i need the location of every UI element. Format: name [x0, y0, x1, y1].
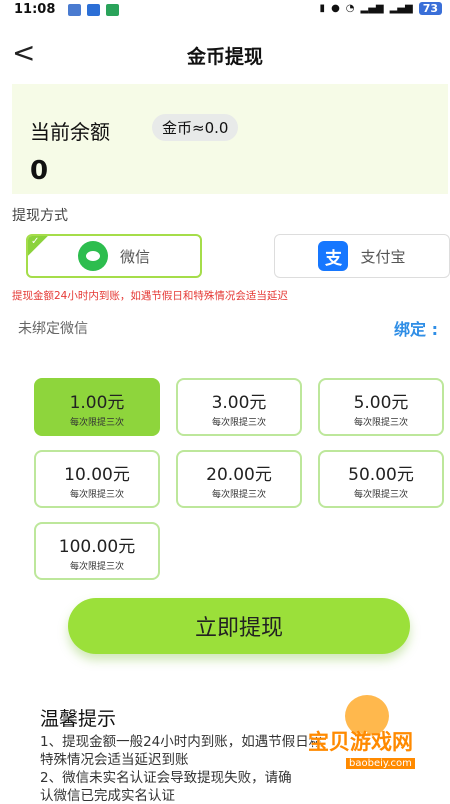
wifi-icon: ◔	[345, 3, 355, 14]
amount-option[interactable]: 50.00元 每次限提三次	[318, 450, 444, 508]
signal-icon-2: ▂▄▆	[389, 3, 413, 14]
amount-note: 每次限提三次	[69, 562, 124, 572]
balance-card: 当前余额 金币≈0.0 0	[12, 84, 448, 194]
message-icon	[68, 4, 81, 16]
amount-note: 每次限提三次	[211, 418, 266, 428]
battery-icon: 73	[418, 2, 442, 15]
amount-value: 5.00元	[353, 393, 409, 413]
nav-bar: < 金币提现	[0, 30, 450, 76]
amount-value: 1.00元	[69, 393, 125, 413]
watermark-logo: 宝贝游戏网 baobeiy.com	[308, 692, 440, 782]
tips-title: 温馨提示	[40, 708, 117, 730]
amount-option[interactable]: 1.00元 每次限提三次	[34, 378, 160, 436]
game-notify-icon	[106, 4, 119, 16]
amount-value: 100.00元	[58, 537, 136, 557]
withdraw-button[interactable]: 立即提现	[68, 598, 410, 654]
alipay-method-button[interactable]: 支 支付宝	[274, 234, 450, 278]
app-notify-icon	[87, 4, 100, 16]
balance-label: 当前余额	[30, 120, 110, 144]
status-bar: 11:08 ▮ ● ◔ ▂▄▆ ▂▄▆ 73	[0, 0, 450, 22]
page-title: 金币提现	[186, 46, 263, 68]
amount-value: 3.00元	[211, 393, 267, 413]
signal-icon: ▂▄▆	[360, 3, 384, 14]
location-icon: ●	[331, 3, 340, 14]
amount-option[interactable]: 3.00元 每次限提三次	[176, 378, 302, 436]
amount-note: 每次限提三次	[211, 490, 266, 500]
amount-option[interactable]: 5.00元 每次限提三次	[318, 378, 444, 436]
watermark-url: baobeiy.com	[346, 758, 415, 769]
method-title: 提现方式	[12, 208, 68, 224]
tips-line: 1、提现金额一般24小时内到账，如遇节假日和	[40, 734, 323, 750]
wechat-label: 微信	[119, 247, 150, 266]
bind-link[interactable]: 绑定 :	[394, 316, 438, 340]
status-right: ▮ ● ◔ ▂▄▆ ▂▄▆ 73	[320, 2, 442, 15]
wechat-method-button[interactable]: ✓ 微信	[26, 234, 202, 278]
arrival-notice: 提现金额24小时内到账，如遇节假日和特殊情况会适当延迟	[12, 290, 288, 302]
amount-note: 每次限提三次	[353, 490, 408, 500]
balance-value: 0	[30, 156, 49, 186]
bind-row: 未绑定微信 绑定 :	[18, 316, 450, 340]
amount-note: 每次限提三次	[69, 490, 124, 500]
amount-note: 每次限提三次	[353, 418, 408, 428]
check-icon: ✓	[31, 236, 40, 247]
amount-option[interactable]: 20.00元 每次限提三次	[176, 450, 302, 508]
alipay-label: 支付宝	[360, 247, 406, 266]
amount-value: 10.00元	[64, 465, 130, 485]
tips-line: 认微信已完成实名认证	[40, 788, 175, 804]
amount-option[interactable]: 10.00元 每次限提三次	[34, 450, 160, 508]
tips-line: 2、微信未实名认证会导致提现失败，请确	[40, 770, 292, 786]
vibrate-icon: ▮	[319, 3, 326, 14]
watermark-text: 宝贝游戏网	[308, 730, 413, 754]
amount-value: 20.00元	[206, 465, 272, 485]
notification-icons	[68, 4, 119, 16]
tips-line: 特殊情况会适当延迟到账	[40, 752, 189, 768]
amount-value: 50.00元	[348, 465, 414, 485]
alipay-icon: 支	[318, 241, 349, 271]
amount-option[interactable]: 100.00元 每次限提三次	[34, 522, 160, 580]
status-time: 11:08	[14, 2, 56, 17]
bind-status: 未绑定微信	[18, 321, 88, 337]
amount-note: 每次限提三次	[69, 418, 124, 428]
wechat-icon	[77, 241, 108, 271]
coin-badge: 金币≈0.0	[152, 114, 239, 141]
